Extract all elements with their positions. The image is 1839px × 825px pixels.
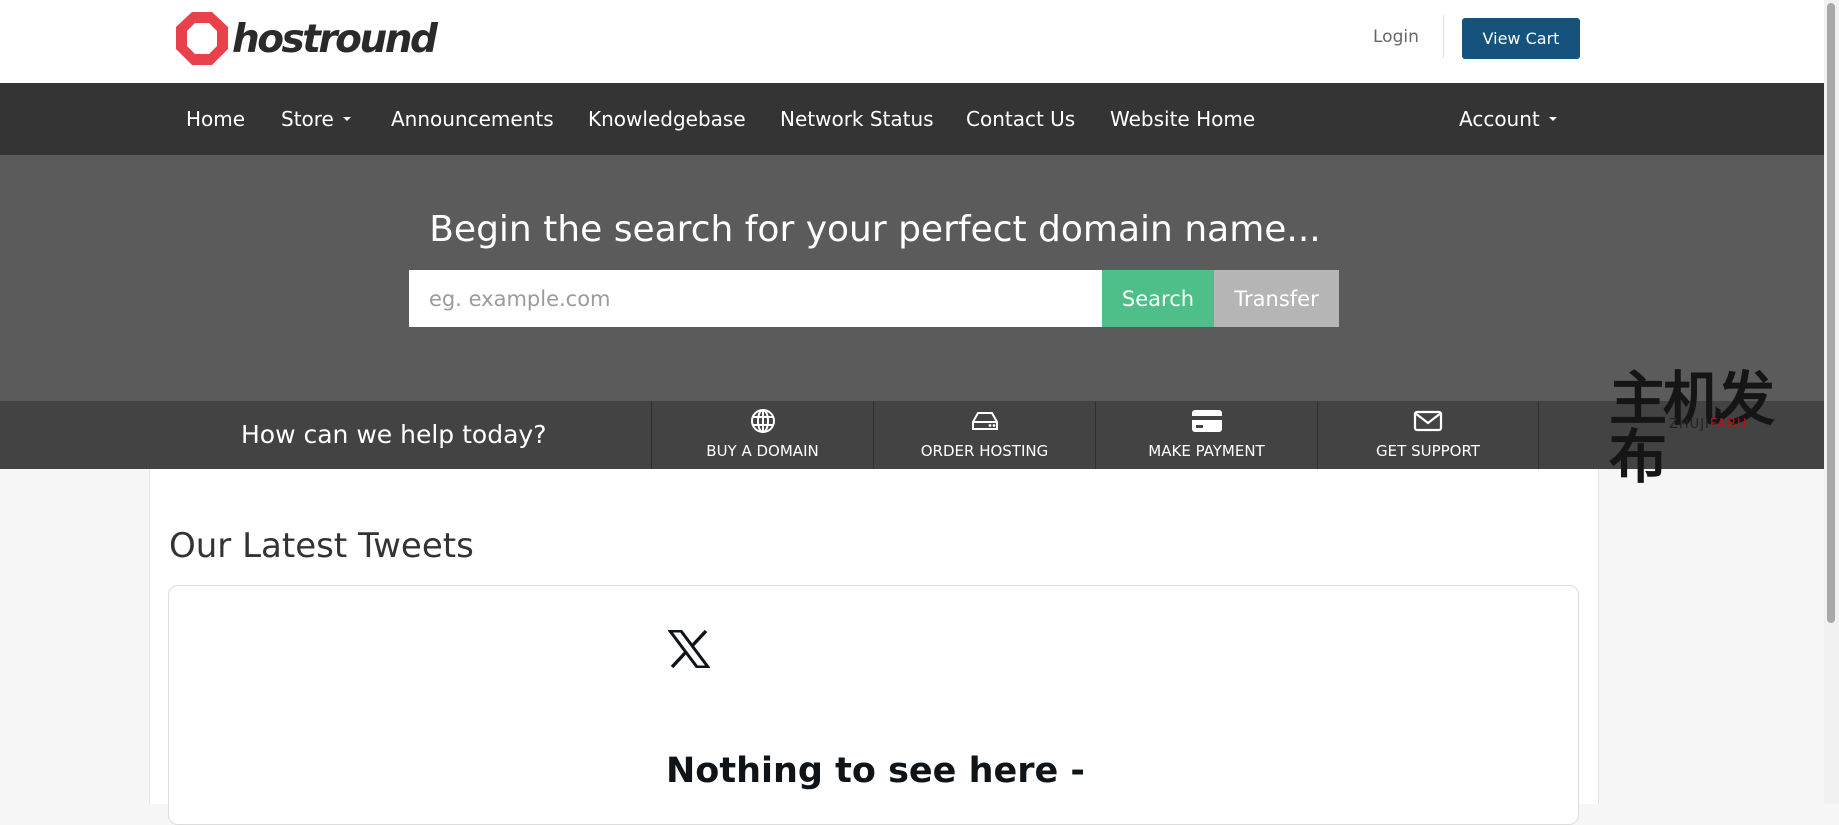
help-prompt: How can we help today? bbox=[241, 420, 547, 449]
nav-website-home[interactable]: Website Home bbox=[1110, 83, 1255, 155]
help-bar: How can we help today? BUY A DOMAIN ORDE… bbox=[0, 401, 1824, 469]
view-cart-button[interactable]: View Cart bbox=[1462, 18, 1580, 59]
brand-name: hostround bbox=[232, 16, 438, 62]
get-support-tile[interactable]: GET SUPPORT bbox=[1317, 401, 1539, 469]
site-header: hostround Login View Cart bbox=[0, 0, 1824, 83]
nav-account[interactable]: Account bbox=[1459, 83, 1557, 155]
tweet-empty-message: Nothing to see here - bbox=[666, 751, 1085, 791]
page-scrollbar[interactable] bbox=[1824, 0, 1839, 804]
buy-domain-tile[interactable]: BUY A DOMAIN bbox=[651, 401, 873, 469]
watermark: 主机发布 ZHUJIFABU bbox=[1609, 370, 1809, 486]
octagon-logo-icon bbox=[176, 12, 228, 65]
x-logo-icon bbox=[668, 630, 710, 668]
hero-title: Begin the search for your perfect domain… bbox=[429, 209, 1321, 250]
watermark-sub-right: FABU bbox=[1709, 417, 1748, 432]
scrollbar-thumb[interactable] bbox=[1827, 3, 1835, 623]
login-link[interactable]: Login bbox=[1373, 27, 1419, 47]
transfer-button[interactable]: Transfer bbox=[1214, 270, 1339, 327]
main-navigation: Home Store Announcements Knowledgebase N… bbox=[0, 83, 1824, 155]
make-payment-label: MAKE PAYMENT bbox=[1148, 442, 1265, 460]
nav-account-label: Account bbox=[1459, 107, 1540, 131]
header-divider bbox=[1443, 15, 1444, 58]
get-support-label: GET SUPPORT bbox=[1376, 442, 1480, 460]
envelope-icon bbox=[1413, 410, 1443, 432]
order-hosting-tile[interactable]: ORDER HOSTING bbox=[873, 401, 1095, 469]
nav-network-status[interactable]: Network Status bbox=[780, 83, 934, 155]
globe-icon bbox=[750, 409, 775, 433]
nav-store-label: Store bbox=[281, 107, 334, 131]
domain-search-hero: Begin the search for your perfect domain… bbox=[0, 155, 1824, 401]
site-logo[interactable]: hostround bbox=[174, 10, 438, 68]
order-hosting-label: ORDER HOSTING bbox=[920, 442, 1049, 460]
watermark-sub-left: ZHUJI bbox=[1669, 417, 1710, 432]
nav-home[interactable]: Home bbox=[186, 83, 245, 155]
make-payment-tile[interactable]: MAKE PAYMENT bbox=[1095, 401, 1317, 469]
credit-card-icon bbox=[1191, 410, 1222, 432]
chevron-down-icon bbox=[1548, 116, 1557, 121]
search-button[interactable]: Search bbox=[1102, 270, 1214, 327]
domain-search-input[interactable] bbox=[409, 270, 1102, 327]
chevron-down-icon bbox=[342, 116, 351, 121]
watermark-subtitle: ZHUJIFABU bbox=[1669, 417, 1748, 432]
nav-announcements[interactable]: Announcements bbox=[391, 83, 554, 155]
nav-store[interactable]: Store bbox=[281, 83, 351, 155]
nav-contact-us[interactable]: Contact Us bbox=[966, 83, 1075, 155]
hard-drive-icon bbox=[971, 412, 998, 430]
nav-knowledgebase[interactable]: Knowledgebase bbox=[588, 83, 746, 155]
tweets-section-title: Our Latest Tweets bbox=[169, 526, 474, 566]
buy-domain-label: BUY A DOMAIN bbox=[706, 442, 819, 460]
